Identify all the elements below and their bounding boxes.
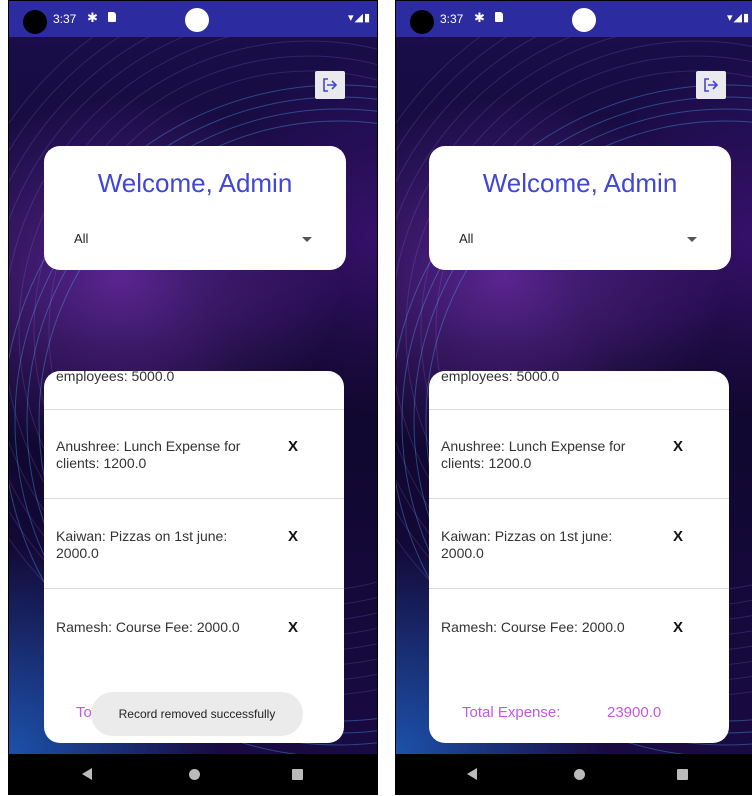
navigation-bar bbox=[9, 754, 377, 794]
expense-row: Kaiwan: Pizzas on 1st june: 2000.0 X bbox=[44, 499, 344, 589]
welcome-title: Welcome, Admin bbox=[97, 168, 293, 198]
system-icons: ▾◢▮ bbox=[727, 11, 750, 24]
expense-text: Kaiwan: Pizzas on 1st june: 2000.0 bbox=[441, 528, 613, 561]
camera-cutout bbox=[23, 10, 47, 34]
delete-expense-button[interactable]: X bbox=[288, 438, 298, 455]
notch-indicator bbox=[185, 8, 209, 32]
chevron-down-icon bbox=[687, 237, 697, 242]
expense-row: employees: 5000.0 bbox=[44, 371, 344, 410]
toast-message: Record removed successfully bbox=[91, 692, 303, 736]
expense-text: employees: 5000.0 bbox=[441, 371, 560, 384]
status-bar: 3:37 ✱ ▾◢▮ bbox=[9, 1, 377, 37]
filter-selected-value: All bbox=[459, 231, 474, 246]
expense-row: Ramesh: Course Fee: 2000.0 X bbox=[429, 589, 729, 679]
status-time: 3:37 bbox=[53, 12, 77, 26]
home-icon[interactable] bbox=[574, 769, 585, 780]
recents-icon[interactable] bbox=[677, 769, 688, 780]
expense-text: employees: 5000.0 bbox=[56, 371, 175, 384]
expense-row: Kaiwan: Pizzas on 1st june: 2000.0 X bbox=[429, 499, 729, 589]
battery-icon: ▮ bbox=[742, 12, 750, 24]
camera-cutout bbox=[410, 10, 434, 34]
chevron-down-icon bbox=[302, 237, 312, 242]
category-filter-dropdown[interactable]: All bbox=[74, 229, 316, 251]
delete-expense-button[interactable]: X bbox=[288, 619, 298, 636]
gear-icon: ✱ bbox=[474, 10, 485, 25]
back-icon[interactable] bbox=[82, 768, 92, 780]
right-phone-screen: 3:37 ✱ ▾◢▮ Welcome, Admin All employees:… bbox=[395, 0, 752, 795]
signal-icon: ◢ bbox=[354, 12, 364, 24]
expense-row: Anushree: Lunch Expense for clients: 120… bbox=[429, 409, 729, 499]
category-filter-dropdown[interactable]: All bbox=[459, 229, 701, 251]
expense-text: Ramesh: Course Fee: 2000.0 bbox=[441, 619, 625, 635]
total-expense-value: 23900.0 bbox=[607, 704, 662, 721]
navigation-bar bbox=[396, 754, 752, 794]
back-icon[interactable] bbox=[467, 768, 477, 780]
sim-card-icon bbox=[108, 12, 116, 22]
delete-expense-button[interactable]: X bbox=[673, 528, 683, 545]
welcome-card: Welcome, Admin All bbox=[429, 146, 731, 270]
recents-icon[interactable] bbox=[292, 769, 303, 780]
status-time: 3:37 bbox=[440, 12, 464, 26]
total-expense-label: Total Expense: bbox=[462, 704, 561, 721]
logout-button[interactable] bbox=[696, 71, 726, 99]
welcome-card: Welcome, Admin All bbox=[44, 146, 346, 270]
expense-list: employees: 5000.0 Anushree: Lunch Expens… bbox=[44, 371, 344, 743]
logout-button[interactable] bbox=[315, 71, 345, 99]
expense-row: employees: 5000.0 bbox=[429, 371, 729, 410]
expense-text: Ramesh: Course Fee: 2000.0 bbox=[56, 619, 240, 635]
expense-list: employees: 5000.0 Anushree: Lunch Expens… bbox=[429, 371, 729, 743]
system-icons: ▾◢▮ bbox=[348, 11, 371, 24]
gear-icon: ✱ bbox=[87, 10, 98, 25]
expense-row: Anushree: Lunch Expense for clients: 120… bbox=[44, 409, 344, 499]
left-phone-screen: 3:37 ✱ ▾◢▮ Welcome, Admin All employees:… bbox=[8, 0, 378, 795]
delete-expense-button[interactable]: X bbox=[673, 438, 683, 455]
expense-text: Kaiwan: Pizzas on 1st june: 2000.0 bbox=[56, 528, 228, 561]
logout-icon bbox=[704, 78, 719, 92]
signal-icon: ◢ bbox=[733, 12, 743, 24]
filter-selected-value: All bbox=[74, 231, 89, 246]
delete-expense-button[interactable]: X bbox=[673, 619, 683, 636]
status-bar: 3:37 ✱ ▾◢▮ bbox=[396, 1, 752, 37]
expense-text: Anushree: Lunch Expense for clients: 120… bbox=[441, 438, 626, 471]
sim-card-icon bbox=[495, 12, 503, 22]
expense-row: Ramesh: Course Fee: 2000.0 X bbox=[44, 589, 344, 679]
delete-expense-button[interactable]: X bbox=[288, 528, 298, 545]
welcome-title: Welcome, Admin bbox=[482, 168, 678, 198]
logout-icon bbox=[323, 78, 338, 92]
notch-indicator bbox=[572, 8, 596, 32]
expense-text: Anushree: Lunch Expense for clients: 120… bbox=[56, 438, 241, 471]
battery-icon: ▮ bbox=[363, 12, 371, 24]
home-icon[interactable] bbox=[189, 769, 200, 780]
